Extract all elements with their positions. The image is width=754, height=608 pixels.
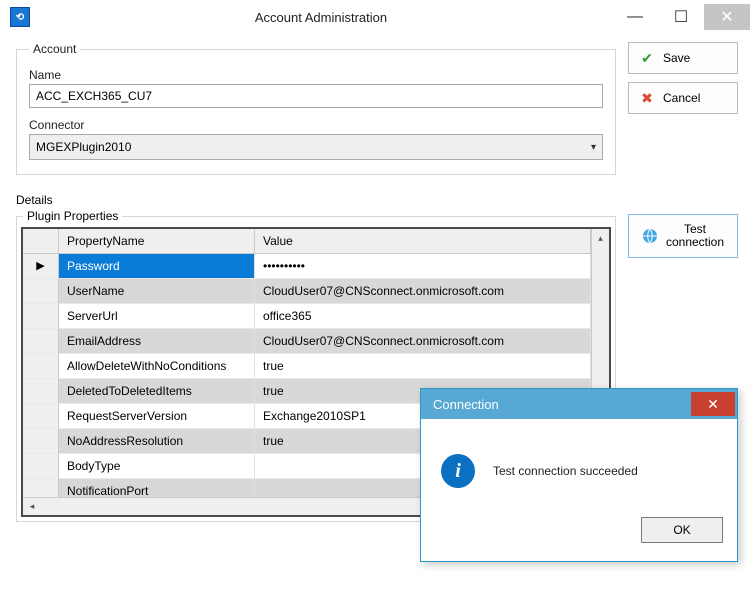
window-title: Account Administration	[30, 10, 612, 25]
row-header[interactable]	[23, 279, 59, 304]
save-button[interactable]: ✔ Save	[628, 42, 738, 74]
window-controls: — ☐ ✕	[612, 4, 750, 30]
row-header[interactable]	[23, 454, 59, 479]
connector-label: Connector	[29, 118, 603, 132]
property-name-cell[interactable]: ServerUrl	[59, 304, 255, 329]
property-value-cell[interactable]: ••••••••••	[255, 254, 591, 279]
save-label: Save	[663, 51, 690, 65]
account-legend: Account	[29, 42, 80, 56]
dialog-message: Test connection succeeded	[493, 464, 638, 478]
row-header[interactable]	[23, 429, 59, 454]
scroll-left-icon[interactable]: ◂	[23, 501, 41, 512]
dialog-ok-button[interactable]: OK	[641, 517, 723, 543]
grid-corner	[23, 229, 59, 254]
property-name-cell[interactable]: RequestServerVersion	[59, 404, 255, 429]
row-header[interactable]: ▶	[23, 254, 59, 279]
scroll-up-icon[interactable]: ▴	[592, 229, 609, 247]
maximize-button[interactable]: ☐	[658, 4, 704, 30]
property-value-cell[interactable]: office365	[255, 304, 591, 329]
account-group: Account Name Connector MGEXPlugin2010 ▾	[16, 42, 616, 175]
test-connection-label: Testconnection	[666, 223, 724, 249]
property-name-cell[interactable]: Password	[59, 254, 255, 279]
connection-dialog: Connection ✕ i Test connection succeeded…	[420, 388, 738, 562]
property-name-cell[interactable]: EmailAddress	[59, 329, 255, 354]
chevron-down-icon: ▾	[591, 142, 596, 153]
cancel-button[interactable]: ✖ Cancel	[628, 82, 738, 114]
info-icon: i	[441, 454, 475, 488]
row-header[interactable]	[23, 404, 59, 429]
account-admin-window: ⟲ Account Administration — ☐ ✕ Account N…	[0, 0, 754, 608]
dialog-close-button[interactable]: ✕	[691, 392, 735, 416]
col-header-value[interactable]: Value	[255, 229, 591, 254]
dialog-title: Connection	[433, 397, 499, 412]
details-label: Details	[16, 193, 616, 207]
property-name-cell[interactable]: NoAddressResolution	[59, 429, 255, 454]
row-header[interactable]	[23, 329, 59, 354]
property-value-cell[interactable]: CloudUser07@CNSconnect.onmicrosoft.com	[255, 279, 591, 304]
property-name-cell[interactable]: DeletedToDeletedItems	[59, 379, 255, 404]
dialog-titlebar: Connection ✕	[421, 389, 737, 419]
row-header[interactable]	[23, 354, 59, 379]
check-icon: ✔	[639, 50, 655, 66]
globe-icon	[642, 228, 658, 244]
connector-value: MGEXPlugin2010	[36, 140, 131, 154]
dialog-body: i Test connection succeeded	[421, 419, 737, 509]
connector-select[interactable]: MGEXPlugin2010 ▾	[29, 134, 603, 160]
property-name-cell[interactable]: AllowDeleteWithNoConditions	[59, 354, 255, 379]
test-connection-button[interactable]: Testconnection	[628, 214, 738, 258]
cancel-icon: ✖	[639, 90, 655, 106]
property-value-cell[interactable]: CloudUser07@CNSconnect.onmicrosoft.com	[255, 329, 591, 354]
property-name-cell[interactable]: BodyType	[59, 454, 255, 479]
property-value-cell[interactable]: true	[255, 354, 591, 379]
titlebar: ⟲ Account Administration — ☐ ✕	[0, 0, 754, 34]
row-header[interactable]	[23, 379, 59, 404]
property-name-cell[interactable]: UserName	[59, 279, 255, 304]
name-input[interactable]	[29, 84, 603, 108]
minimize-button[interactable]: —	[612, 4, 658, 30]
close-button[interactable]: ✕	[704, 4, 750, 30]
plugin-properties-legend: Plugin Properties	[23, 209, 122, 223]
row-header[interactable]	[23, 304, 59, 329]
dialog-footer: OK	[421, 509, 737, 561]
app-icon: ⟲	[10, 7, 30, 27]
name-label: Name	[29, 68, 603, 82]
cancel-label: Cancel	[663, 91, 700, 105]
col-header-propertyname[interactable]: PropertyName	[59, 229, 255, 254]
